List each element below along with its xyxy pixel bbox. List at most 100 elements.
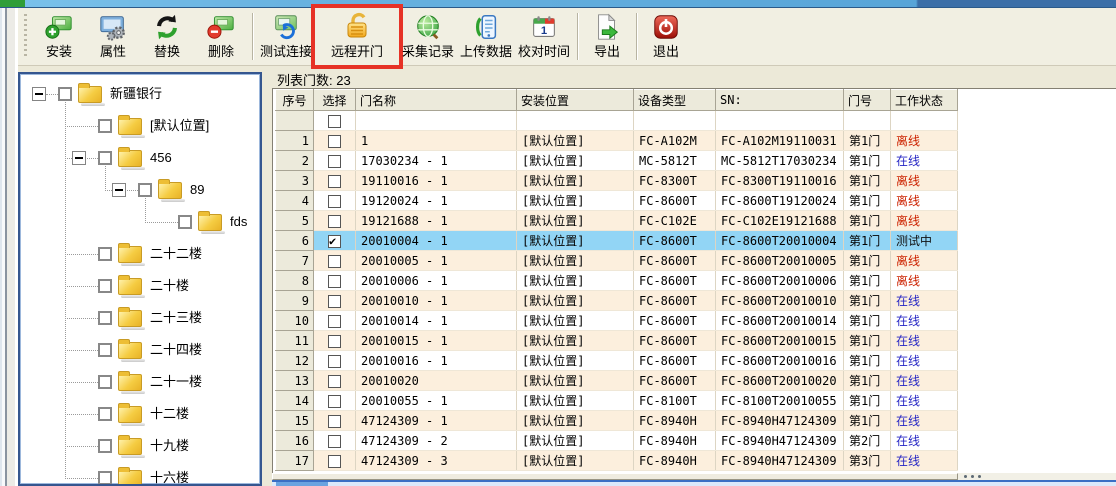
table-row[interactable]: 2 17030234 - 1 [默认位置] MC-5812T MC-5812T1… <box>276 151 958 171</box>
tree-node[interactable]: 十六楼 <box>20 462 260 486</box>
table-row[interactable]: 3 19110016 - 1 [默认位置] FC-8300T FC-8300T1… <box>276 171 958 191</box>
row-checkbox[interactable] <box>328 335 341 348</box>
tree-node[interactable]: 新疆银行 <box>20 78 260 110</box>
row-checkbox[interactable] <box>328 455 341 468</box>
column-header-select[interactable]: 选择 <box>314 90 356 111</box>
delete-button[interactable]: 删除 <box>194 8 248 65</box>
toolbar-separator <box>636 13 637 60</box>
replace-button[interactable]: 替换 <box>140 8 194 65</box>
column-header-no[interactable]: 序号 <box>276 90 314 111</box>
table-row[interactable]: 14 20010055 - 1 [默认位置] FC-8100T FC-8100T… <box>276 391 958 411</box>
tree-node[interactable]: 二十三楼 <box>20 302 260 334</box>
tree-node[interactable]: 456 <box>20 142 260 174</box>
table-row[interactable]: 12 20010016 - 1 [默认位置] FC-8600T FC-8600T… <box>276 351 958 371</box>
horizontal-scrollbar[interactable] <box>272 473 1116 480</box>
column-header-type[interactable]: 设备类型 <box>634 90 716 111</box>
tree-node[interactable]: [默认位置] <box>20 110 260 142</box>
tree-node-label: 二十楼 <box>150 270 189 302</box>
door-name-cell: 20010004 - 1 <box>356 231 517 251</box>
tree-node[interactable]: 十九楼 <box>20 430 260 462</box>
row-checkbox[interactable] <box>328 395 341 408</box>
select-all-checkbox[interactable] <box>328 115 341 128</box>
test-connection-button[interactable]: 测试连接 <box>257 8 315 65</box>
tree-node-label: 十二楼 <box>150 398 189 430</box>
tree-node-checkbox[interactable] <box>98 471 112 485</box>
row-checkbox[interactable] <box>328 135 341 148</box>
door-number-cell: 第1门 <box>844 231 891 251</box>
table-row[interactable]: 16 47124309 - 2 [默认位置] FC-8940H FC-8940H… <box>276 431 958 451</box>
table-row[interactable]: 4 19120024 - 1 [默认位置] FC-8600T FC-8600T1… <box>276 191 958 211</box>
row-checkbox[interactable] <box>328 415 341 428</box>
column-header-name[interactable]: 门名称 <box>356 90 517 111</box>
tree-node-checkbox[interactable] <box>98 343 112 357</box>
table-row[interactable]: 10 20010014 - 1 [默认位置] FC-8600T FC-8600T… <box>276 311 958 331</box>
install-location-cell: [默认位置] <box>517 171 634 191</box>
toolbar-gripper[interactable] <box>20 14 32 59</box>
remote-open-door-button[interactable]: 远程开门 <box>315 8 399 65</box>
collapse-expander-icon[interactable] <box>72 151 86 165</box>
table-row[interactable]: 5 19121688 - 1 [默认位置] FC-C102E FC-C102E1… <box>276 211 958 231</box>
row-checkbox[interactable] <box>328 275 341 288</box>
row-checkbox[interactable] <box>328 195 341 208</box>
tree-node[interactable]: 二十二楼 <box>20 238 260 270</box>
tree-node[interactable]: fds <box>20 206 260 238</box>
row-checkbox[interactable] <box>328 175 341 188</box>
export-button[interactable]: 导出 <box>582 8 632 65</box>
tree-node-checkbox[interactable] <box>98 279 112 293</box>
tree-node-checkbox[interactable] <box>98 375 112 389</box>
tree-node-label: fds <box>230 206 247 238</box>
tree-connector <box>65 382 98 383</box>
column-header-door[interactable]: 门号 <box>844 90 891 111</box>
tree-node-checkbox[interactable] <box>58 87 72 101</box>
column-header-status[interactable]: 工作状态 <box>891 90 958 111</box>
work-status-cell: 离线 <box>891 271 958 291</box>
row-checkbox[interactable] <box>328 215 341 228</box>
tree-node[interactable]: 二十一楼 <box>20 366 260 398</box>
delete-label: 删除 <box>208 43 234 60</box>
collapse-expander-icon[interactable] <box>112 183 126 197</box>
tree-node-checkbox[interactable] <box>98 439 112 453</box>
row-checkbox[interactable] <box>328 355 341 368</box>
tree-node[interactable]: 十二楼 <box>20 398 260 430</box>
collapse-expander-icon[interactable] <box>32 87 46 101</box>
tree-node[interactable]: 89 <box>20 174 260 206</box>
table-row[interactable]: 7 20010005 - 1 [默认位置] FC-8600T FC-8600T2… <box>276 251 958 271</box>
row-checkbox[interactable] <box>328 375 341 388</box>
row-checkbox[interactable] <box>328 155 341 168</box>
exit-button[interactable]: 退出 <box>641 8 691 65</box>
tree-node-checkbox[interactable] <box>98 247 112 261</box>
row-checkbox[interactable] <box>328 255 341 268</box>
row-checkbox[interactable] <box>328 435 341 448</box>
device-type-cell: FC-8600T <box>634 191 716 211</box>
sync-time-button[interactable]: 1 校对时间 <box>515 8 573 65</box>
table-row[interactable]: 17 47124309 - 3 [默认位置] FC-8940H FC-8940H… <box>276 451 958 471</box>
table-row[interactable]: 13 20010020 [默认位置] FC-8600T FC-8600T2001… <box>276 371 958 391</box>
row-checkbox[interactable] <box>328 235 341 248</box>
install-button[interactable]: 安装 <box>32 8 86 65</box>
scrollbar-thumb[interactable] <box>272 473 958 480</box>
column-header-location[interactable]: 安装位置 <box>517 90 634 111</box>
table-row[interactable]: 1 1 [默认位置] FC-A102M FC-A102M19110031 第1门… <box>276 131 958 151</box>
upload-data-button[interactable]: 上传数据 <box>457 8 515 65</box>
tree-node[interactable]: 二十四楼 <box>20 334 260 366</box>
table-row[interactable]: 9 20010010 - 1 [默认位置] FC-8600T FC-8600T2… <box>276 291 958 311</box>
tree-node-checkbox[interactable] <box>98 407 112 421</box>
install-location-cell: [默认位置] <box>517 291 634 311</box>
tree-node-checkbox[interactable] <box>98 119 112 133</box>
tree-node-checkbox[interactable] <box>178 215 192 229</box>
table-row[interactable]: 15 47124309 - 1 [默认位置] FC-8940H FC-8940H… <box>276 411 958 431</box>
table-row[interactable]: 8 20010006 - 1 [默认位置] FC-8600T FC-8600T2… <box>276 271 958 291</box>
tree-node-checkbox[interactable] <box>98 311 112 325</box>
table-row[interactable]: 11 20010015 - 1 [默认位置] FC-8600T FC-8600T… <box>276 331 958 351</box>
properties-button[interactable]: 属性 <box>86 8 140 65</box>
row-checkbox[interactable] <box>328 315 341 328</box>
table-row[interactable]: 6 20010004 - 1 [默认位置] FC-8600T FC-8600T2… <box>276 231 958 251</box>
door-number-cell: 第1门 <box>844 251 891 271</box>
tree-node-checkbox[interactable] <box>138 183 152 197</box>
column-header-sn[interactable]: SN: <box>716 90 844 111</box>
tree-node-checkbox[interactable] <box>98 151 112 165</box>
tree-node[interactable]: 二十楼 <box>20 270 260 302</box>
folder-icon <box>198 214 222 231</box>
collect-records-button[interactable]: 采集记录 <box>399 8 457 65</box>
row-checkbox[interactable] <box>328 295 341 308</box>
